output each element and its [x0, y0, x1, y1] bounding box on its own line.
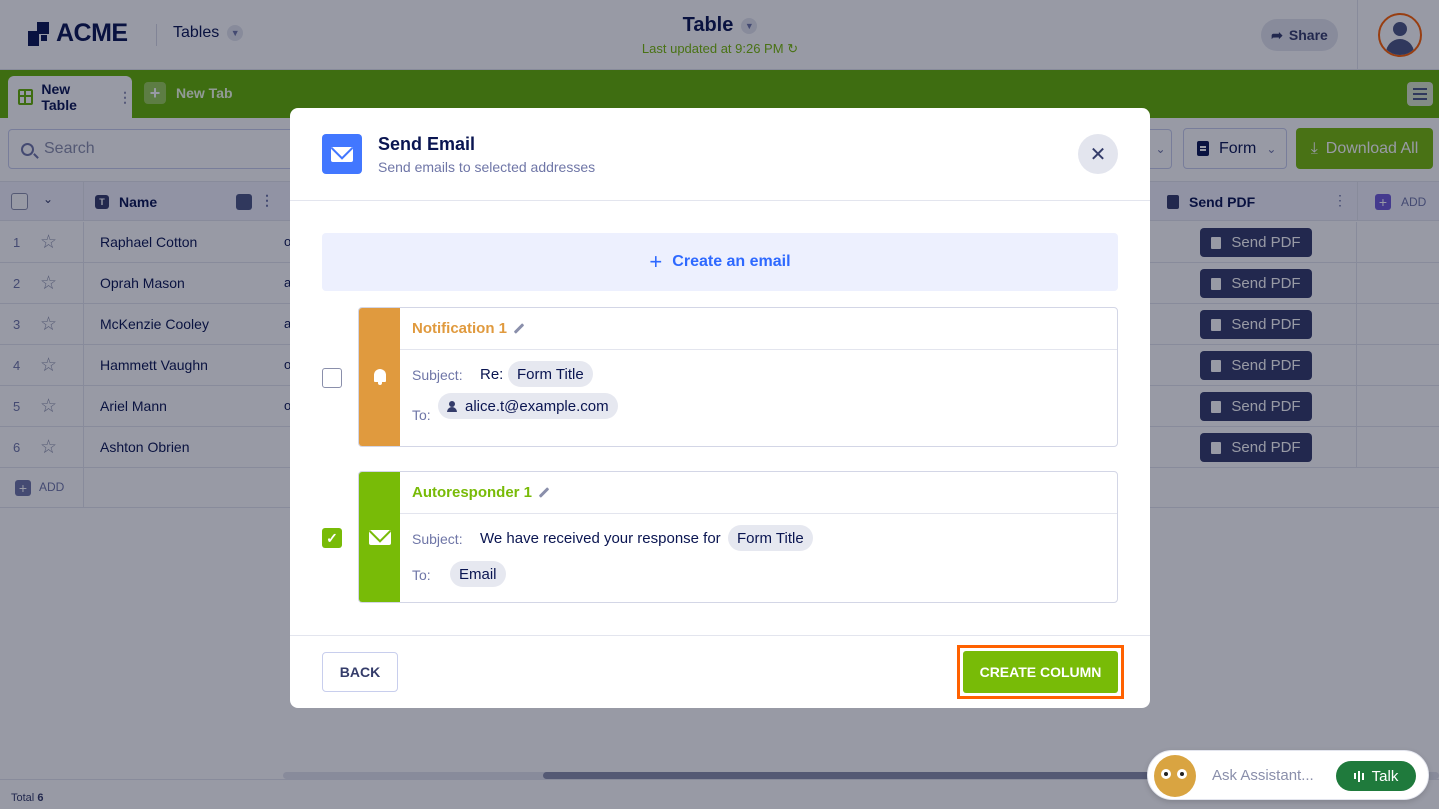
pencil-icon: [538, 487, 550, 498]
recipient-chip-text: alice.t@example.com: [465, 397, 609, 415]
subject-chip-text: Form Title: [517, 365, 584, 383]
talk-label: Talk: [1371, 767, 1399, 785]
create-email-button[interactable]: + Create an email: [322, 233, 1118, 291]
email-card-title[interactable]: Notification 1: [412, 320, 525, 337]
to-label: To:: [412, 407, 431, 423]
recipient-chip: Email: [450, 561, 506, 587]
assistant-widget[interactable]: Ask Assistant... Talk: [1147, 750, 1429, 800]
plus-icon: +: [649, 249, 663, 274]
email-card-notification[interactable]: Notification 1 Subject: Re: Form Title T…: [358, 307, 1118, 447]
subject-chip: Form Title: [508, 361, 593, 387]
modal-footer: BACK CREATE COLUMN: [290, 635, 1150, 708]
notification-stripe: [359, 308, 400, 446]
subject-text: We have received your response for: [480, 530, 721, 547]
assistant-avatar-icon: [1154, 755, 1196, 797]
ask-assistant-input[interactable]: Ask Assistant...: [1212, 767, 1314, 784]
autoresponder-stripe: [359, 472, 400, 602]
modal-header: Send Email Send emails to selected addre…: [290, 108, 1150, 201]
subject-prefix: Re:: [480, 366, 504, 383]
email-card-title[interactable]: Autoresponder 1: [412, 484, 550, 501]
pencil-icon: [513, 323, 525, 334]
modal-title: Send Email: [378, 134, 476, 154]
modal-subtitle: Send emails to selected addresses: [378, 159, 596, 175]
autoresponder-title: Autoresponder 1: [412, 484, 533, 501]
talk-button[interactable]: Talk: [1336, 761, 1416, 791]
create-column-highlight: CREATE COLUMN: [957, 645, 1124, 699]
notification-title: Notification 1: [412, 320, 508, 337]
recipient-chip-text: Email: [459, 565, 497, 583]
subject-chip: Form Title: [728, 525, 813, 551]
close-icon[interactable]: ✕: [1078, 134, 1118, 174]
recipient-chip: alice.t@example.com: [438, 393, 618, 419]
subject-label: Subject:: [412, 367, 463, 383]
envelope-icon: [368, 529, 391, 545]
autoresponder-checkbox[interactable]: ✓: [322, 528, 342, 548]
create-email-label: Create an email: [672, 253, 791, 270]
send-email-modal: Send Email Send emails to selected addre…: [290, 108, 1150, 708]
create-column-button[interactable]: CREATE COLUMN: [963, 651, 1118, 693]
to-label: To:: [412, 567, 431, 583]
subject-chip-text: Form Title: [737, 529, 804, 547]
notification-checkbox[interactable]: [322, 368, 342, 388]
email-card-autoresponder[interactable]: Autoresponder 1 Subject: We have receive…: [358, 471, 1118, 603]
back-button[interactable]: BACK: [322, 652, 398, 692]
subject-label: Subject:: [412, 531, 463, 547]
person-icon: [447, 400, 457, 412]
envelope-icon: [322, 134, 362, 174]
bell-icon: [373, 369, 387, 385]
audio-bars-icon: [1353, 770, 1364, 782]
